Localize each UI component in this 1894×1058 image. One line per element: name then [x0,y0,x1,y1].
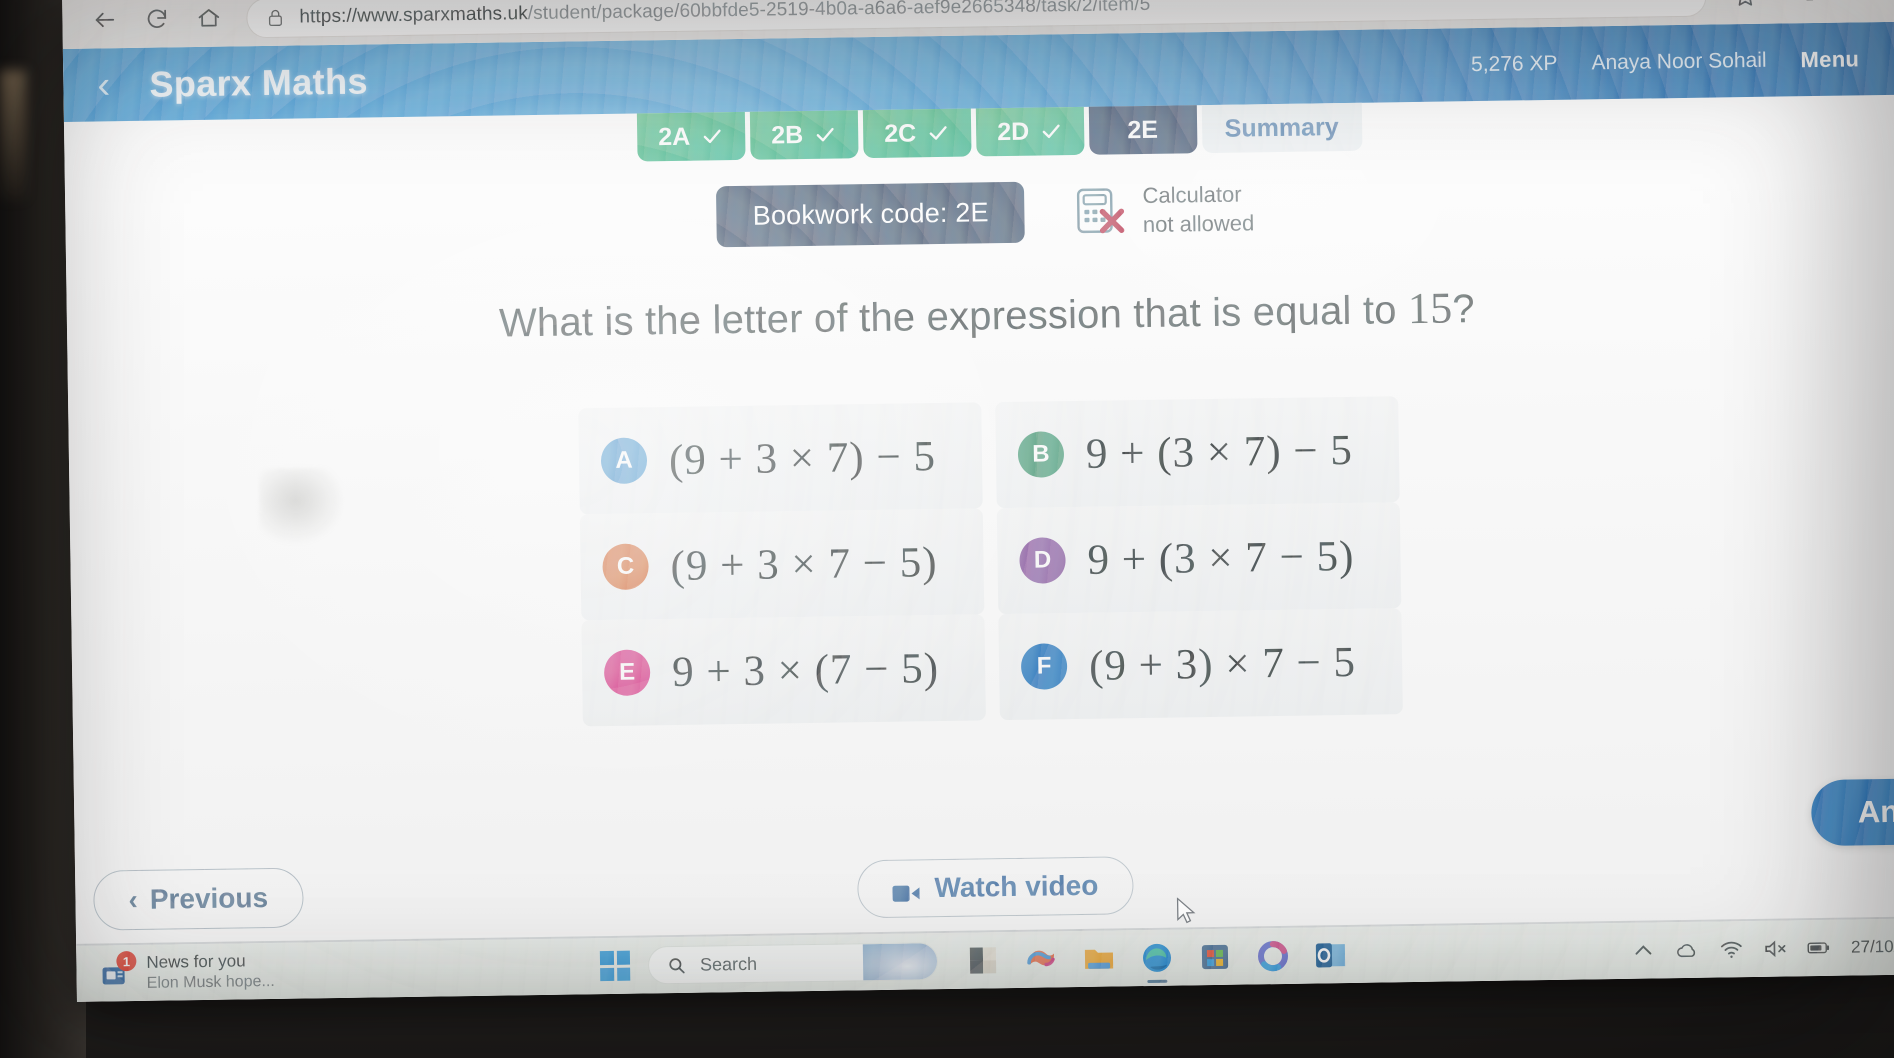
option-e-badge: E [603,649,651,697]
mouse-cursor [1176,897,1196,924]
bezel-glare [0,70,26,200]
start-quadrant [616,950,631,965]
system-tray: 27/10/ [1631,935,1894,963]
taskbar-clock-date[interactable]: 27/10/ [1851,937,1894,958]
onedrive-icon[interactable] [1675,938,1699,962]
start-button-icon[interactable] [599,950,631,982]
option-c-badge: C [602,543,649,591]
url-domain: https://www.sparxmaths.uk [299,2,528,27]
favorites-star-icon[interactable] [1720,0,1771,16]
watch-video-button[interactable]: Watch video [857,856,1134,919]
photo-of-laptop-screen: https://www.sparxmaths.uk/student/packag… [0,0,1894,1058]
web-page: ‹ Sparx Maths 5,276 XP Anaya Noor Sohail… [62,21,1894,1002]
file-explorer-icon[interactable] [1082,941,1117,976]
previous-chevron-icon: ‹ [128,883,139,916]
option-a-badge: A [600,437,648,485]
start-quadrant [600,967,614,982]
microsoft-store-icon[interactable] [1198,940,1233,975]
option-a[interactable]: A (9 + 3 × 7) − 5 [578,402,983,515]
news-subtitle: Elon Musk hope... [146,972,275,992]
lock-icon [268,9,282,26]
news-icon: 1 [98,951,137,992]
question-number: 15 [1407,283,1453,334]
browser-toolbar-right: ... [1720,0,1887,16]
user-name: Anaya Noor Sohail [1591,48,1767,74]
copilot-icon[interactable] [1024,942,1059,977]
answer-button[interactable]: Ans [1811,777,1894,847]
browser-back-icon[interactable] [78,0,131,40]
search-mascot-image [862,943,938,983]
browser-home-icon[interactable] [182,0,235,39]
option-c[interactable]: C (9 + 3 × 7 − 5) [579,508,985,621]
browser-reload-icon[interactable] [130,0,183,39]
outlook-icon[interactable] [1314,938,1349,973]
tray-chevron-up-icon[interactable] [1631,938,1655,962]
option-c-expression: (9 + 3 × 7 − 5) [670,538,938,590]
browser-more-menu-icon[interactable]: ... [1836,0,1887,14]
option-e-expression: 9 + 3 × (7 − 5) [671,644,940,696]
widgets-icon[interactable] [966,943,1001,978]
option-a-expression: (9 + 3 × 7) − 5 [668,432,937,484]
battery-icon[interactable] [1807,936,1831,960]
video-camera-icon [892,878,920,902]
office-icon[interactable] [1256,939,1291,974]
option-b[interactable]: B 9 + (3 × 7) − 5 [995,396,1400,509]
app-back-icon[interactable]: ‹ [97,64,138,106]
news-title: News for you [146,951,246,972]
option-d-expression: 9 + (3 × 7 − 5) [1087,532,1355,584]
question-text: What is the letter of the expression tha… [67,276,1894,354]
laptop-screen: https://www.sparxmaths.uk/student/packag… [62,0,1894,1002]
option-d-badge: D [1019,537,1066,584]
calculator-not-allowed-icon [1074,185,1127,238]
edge-icon[interactable] [1140,941,1175,976]
watch-video-label: Watch video [934,869,1099,904]
option-d[interactable]: D 9 + (3 × 7 − 5) [996,502,1402,615]
start-quadrant [616,967,631,981]
search-icon [669,957,685,973]
taskbar-app-icons [966,938,1348,978]
task-meta-row: Bookwork code: 2E Calculator not allowed [65,169,1894,257]
option-f-badge: F [1020,643,1068,690]
option-b-expression: 9 + (3 × 7) − 5 [1085,426,1354,478]
question-suffix: ? [1452,287,1476,332]
start-quadrant [599,950,614,965]
url-path: /student/package/60bbfde5-2519-4b0a-a6a6… [527,0,1151,24]
wifi-icon[interactable] [1719,937,1743,961]
previous-label: Previous [149,882,269,915]
taskbar-search-box[interactable]: Search [647,942,939,985]
address-bar-text: https://www.sparxmaths.uk/student/packag… [299,0,1150,28]
task-content: Bookwork code: 2E Calculator not allowed… [64,95,1894,734]
answer-options: A (9 + 3 × 7) − 5 B 9 + (3 × 7) − 5 C (9… [578,396,1403,727]
calculator-line-1: Calculator [1142,181,1242,209]
xp-counter: 5,276 XP [1470,51,1558,76]
collections-icon[interactable] [1778,0,1829,15]
calculator-notice: Calculator not allowed [1074,181,1254,240]
question-prefix: What is the letter of the expression tha… [498,288,1409,346]
option-f[interactable]: F (9 + 3) × 7 − 5 [998,608,1403,721]
taskbar-center-group: Search [599,936,1348,985]
previous-button[interactable]: ‹ Previous [93,867,304,931]
calculator-line-2: not allowed [1142,209,1255,237]
app-brand-title: Sparx Maths [149,59,369,105]
option-e[interactable]: E 9 + 3 × (7 − 5) [581,614,986,727]
calculator-notice-text: Calculator not allowed [1142,181,1254,239]
option-f-expression: (9 + 3) × 7 − 5 [1088,638,1357,690]
volume-muted-icon[interactable] [1763,937,1787,961]
search-placeholder: Search [699,953,758,975]
menu-button[interactable]: Menu [1800,46,1859,73]
taskbar-news-widget[interactable]: 1 News for you Elon Musk hope... [98,951,275,994]
bookwork-code-badge: Bookwork code: 2E [716,181,1026,248]
option-b-badge: B [1017,431,1065,478]
